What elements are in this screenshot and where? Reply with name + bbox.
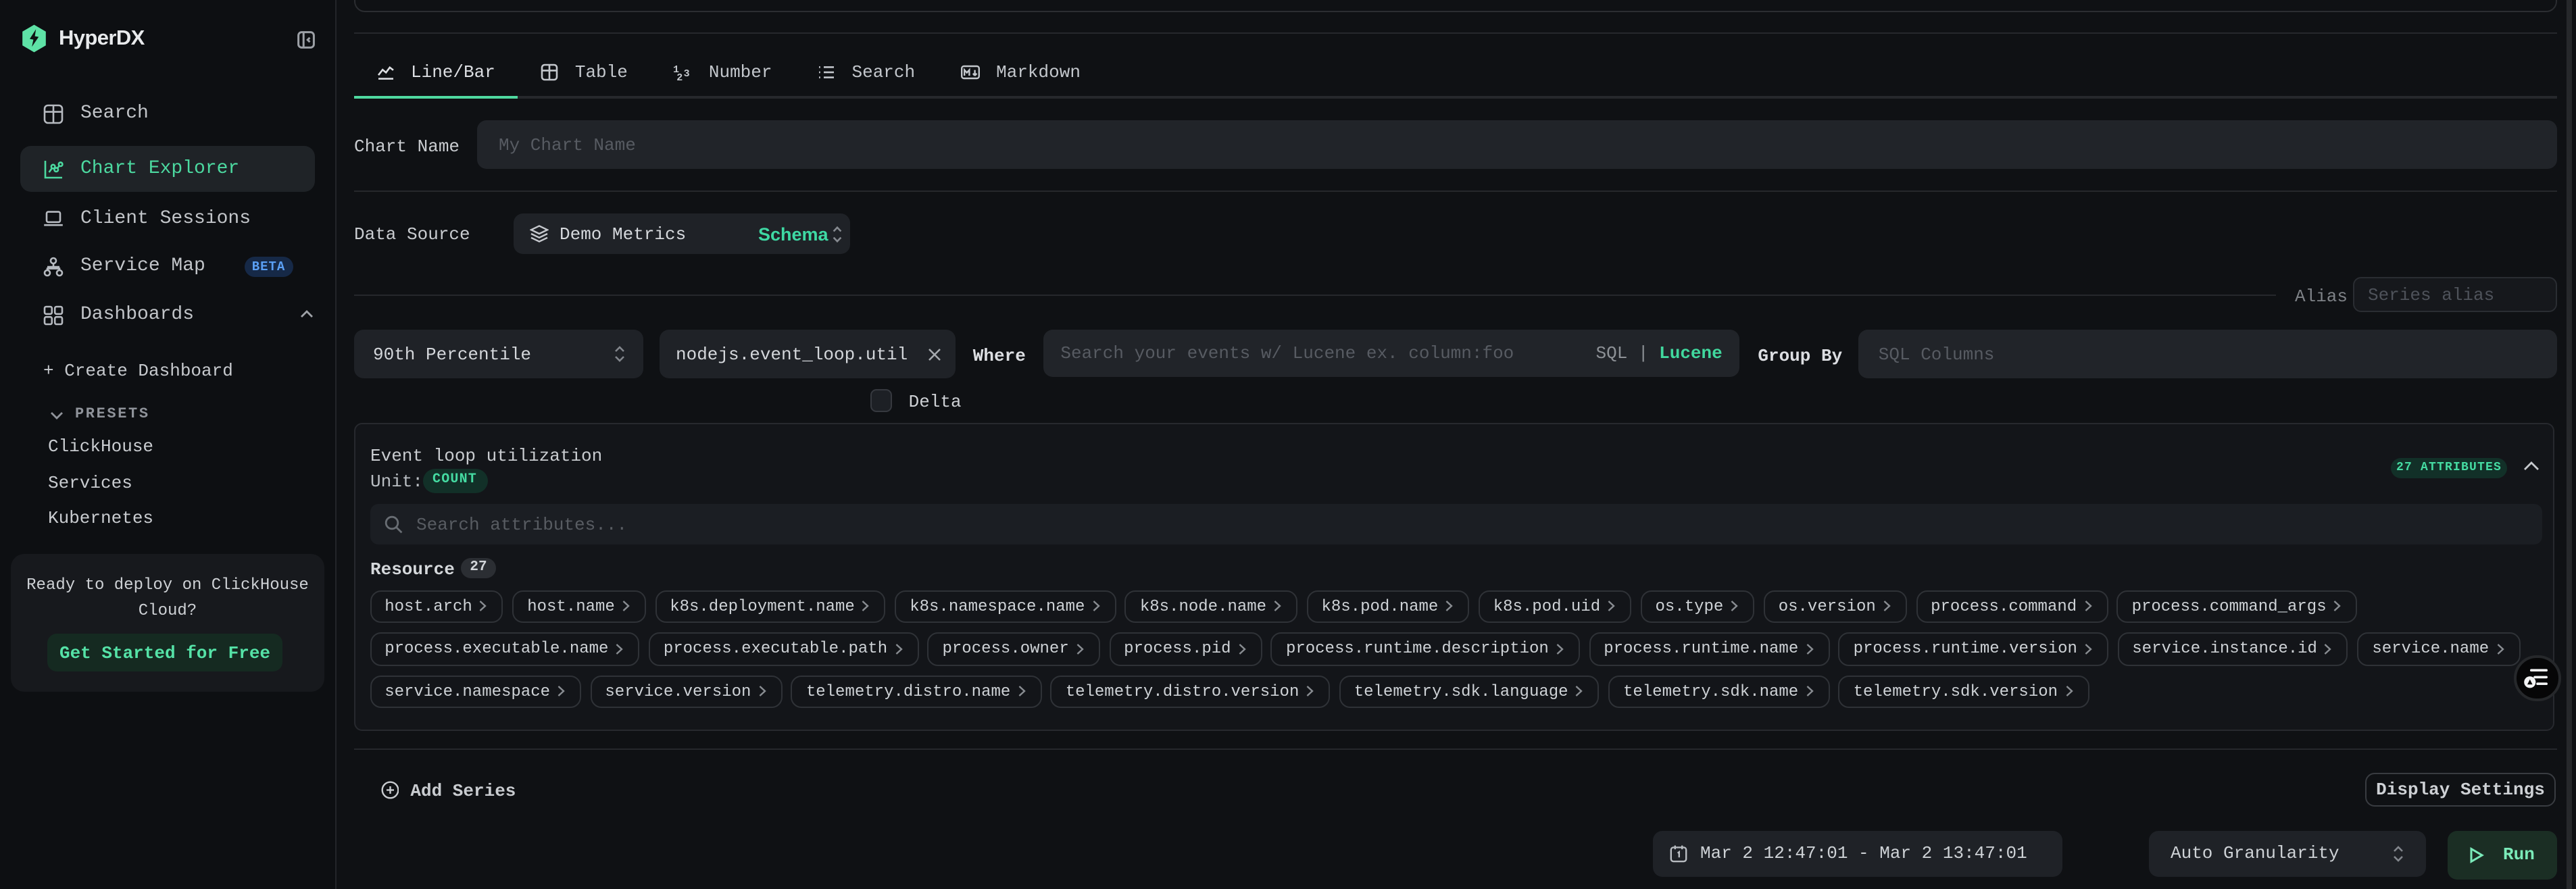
svg-text:3: 3	[684, 68, 690, 79]
svg-text:2: 2	[677, 72, 683, 80]
